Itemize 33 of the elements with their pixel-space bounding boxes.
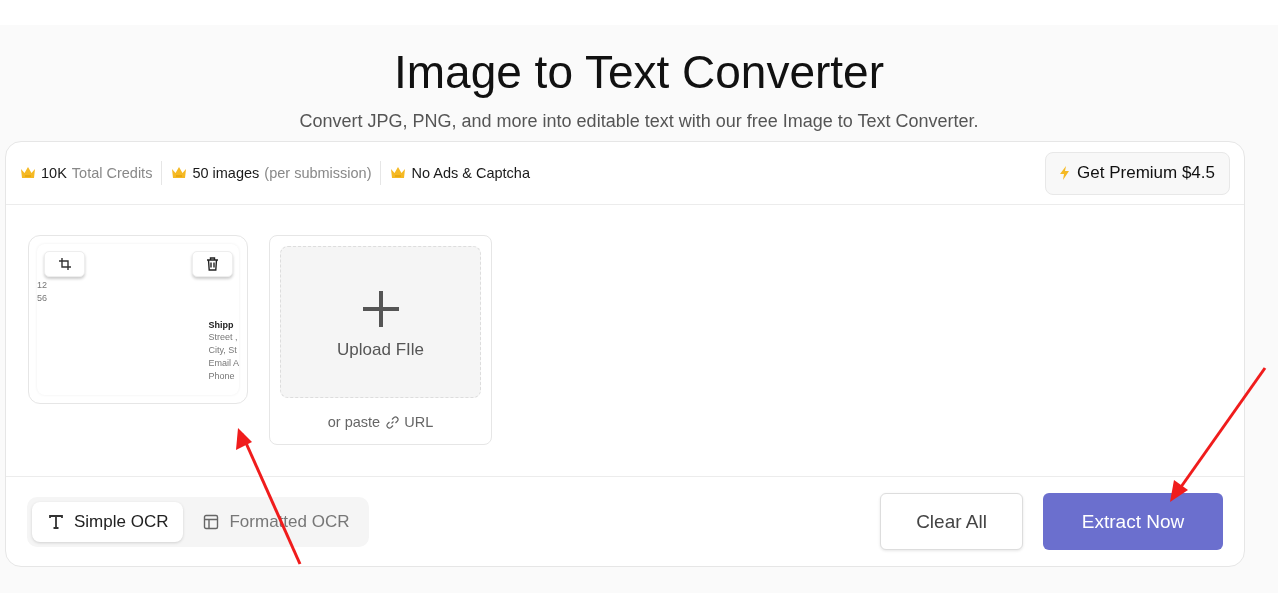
- link-icon: [386, 415, 400, 429]
- page-title: Image to Text Converter: [393, 45, 885, 100]
- preview-text: Phone: [208, 371, 236, 382]
- text-icon: [48, 513, 64, 530]
- crown-icon: [20, 166, 36, 180]
- delete-button[interactable]: [192, 251, 233, 277]
- preview-text: City, St: [208, 345, 238, 356]
- crop-icon: [58, 258, 71, 270]
- preview-text: Email A: [208, 358, 239, 369]
- preview-text: Street ,: [208, 332, 239, 343]
- mode-tab[interactable]: Simple OCR: [32, 501, 184, 542]
- preview-heading: Shipp: [208, 320, 235, 330]
- paste-label: or paste: [327, 414, 381, 430]
- premium-button[interactable]: Get Premium $4.5: [1045, 151, 1230, 195]
- page-subtitle: Convert JPG, PNG, and more into editable text with our free Image to Text Converter.: [299, 110, 979, 132]
- layout-icon: [203, 513, 220, 530]
- feature-value: 50 images: [192, 165, 260, 181]
- extract-button[interactable]: Extract Now: [1043, 493, 1223, 550]
- trash-icon: [206, 257, 219, 271]
- feature-label: (per submission): [264, 165, 372, 181]
- feature-label: Total Credits: [71, 165, 153, 181]
- upload-dropzone[interactable]: Upload FIle: [280, 246, 481, 398]
- preview-text: 12: [37, 280, 47, 291]
- clear-button[interactable]: Clear All: [880, 493, 1023, 550]
- crown-icon: [171, 166, 188, 180]
- feature-value: No Ads & Captcha: [411, 165, 530, 181]
- plus-icon: [361, 289, 400, 328]
- crown-icon: [390, 166, 407, 180]
- feature-value: 10K: [41, 165, 67, 181]
- crop-button[interactable]: [44, 251, 85, 277]
- lightning-icon: [1060, 166, 1070, 180]
- preview-text: 56: [37, 293, 47, 304]
- url-link[interactable]: URL: [386, 414, 434, 430]
